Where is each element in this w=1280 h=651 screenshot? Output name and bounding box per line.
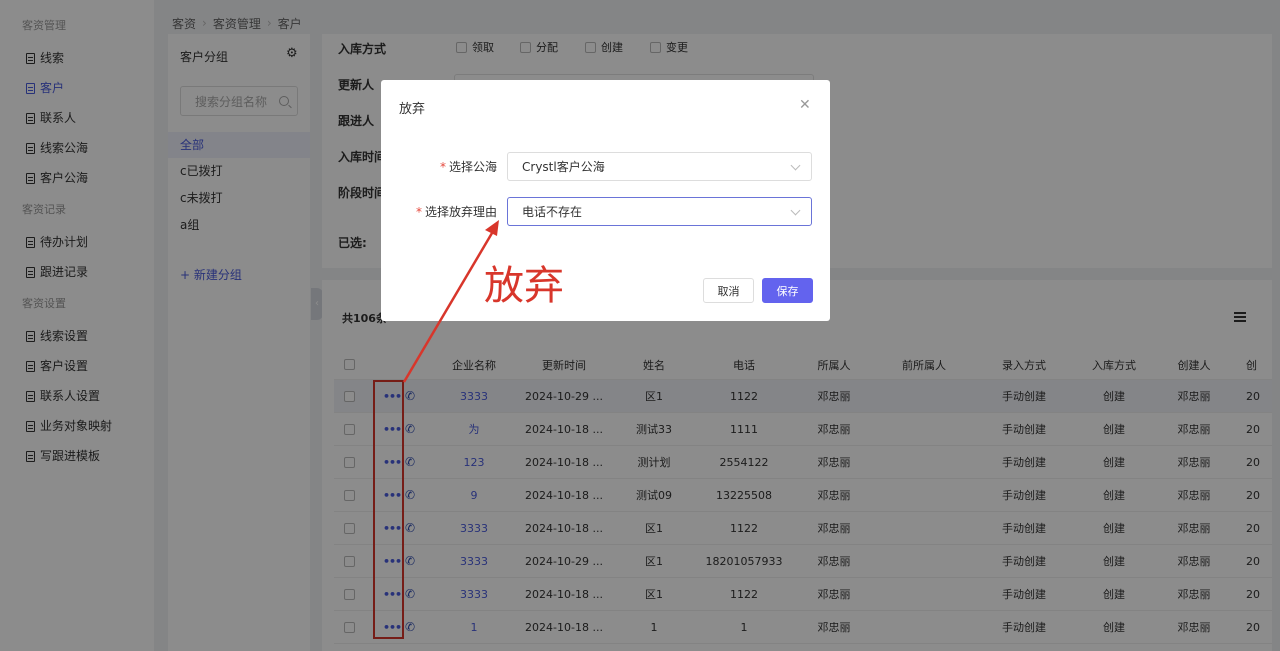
- chevron-down-icon: [790, 160, 801, 171]
- abandon-dialog: 放弃 ✕ * 选择公海 Crystl客户公海 * 选择放弃理由 电话不存在 取消 保…: [381, 80, 830, 321]
- reason-label: * 选择放弃理由: [401, 203, 497, 220]
- reason-label-text: 选择放弃理由: [424, 205, 497, 219]
- dialog-title: 放弃: [399, 102, 426, 117]
- sea-select-value: Crystl客户公海: [522, 160, 605, 174]
- chevron-down-icon: [790, 205, 801, 216]
- reason-select[interactable]: 电话不存在: [507, 197, 812, 226]
- sea-label-text: 选择公海: [448, 160, 497, 174]
- cancel-button[interactable]: 取消: [703, 278, 754, 303]
- sea-select[interactable]: Crystl客户公海: [507, 152, 812, 181]
- save-button[interactable]: 保存: [762, 278, 813, 303]
- required-mark: *: [439, 160, 446, 174]
- required-mark: *: [415, 205, 422, 219]
- annotation-text: 放弃: [484, 263, 564, 309]
- reason-select-value: 电话不存在: [522, 205, 583, 219]
- sea-label: * 选择公海: [421, 158, 497, 175]
- close-icon[interactable]: ✕: [799, 97, 811, 113]
